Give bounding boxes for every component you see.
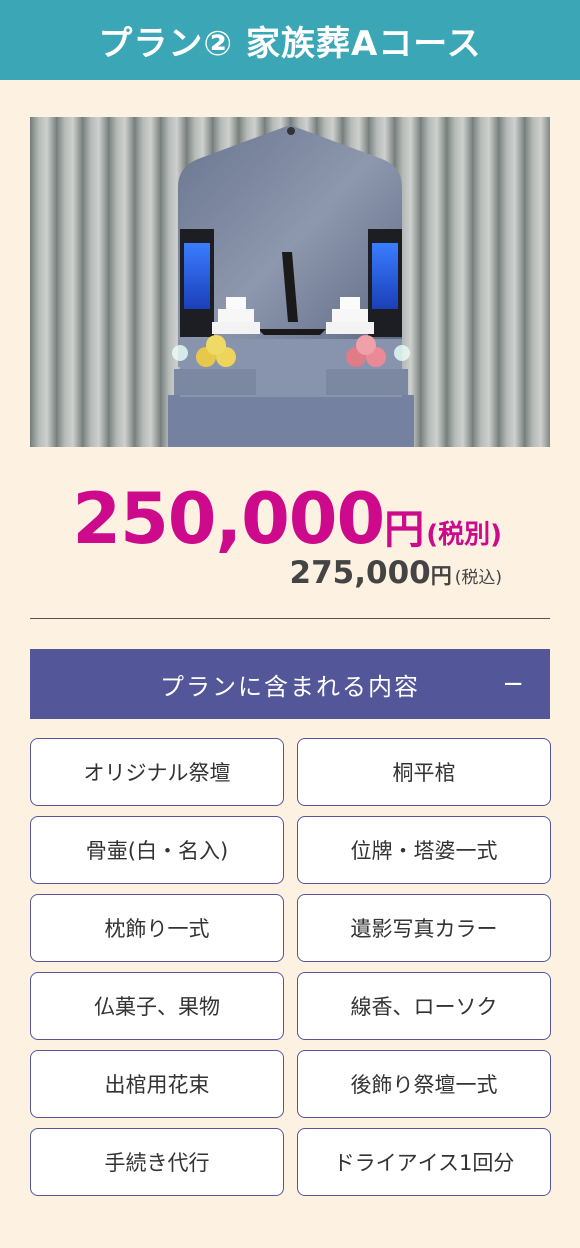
- plan-item: オリジナル祭壇: [30, 738, 284, 806]
- plan-title: プラン② 家族葬Aコース: [98, 23, 482, 64]
- price-sub-tax-note: (税込): [454, 568, 502, 588]
- collapse-icon[interactable]: −: [502, 649, 524, 719]
- plan-item: 位牌・塔婆一式: [297, 816, 551, 884]
- altar-photo: [30, 117, 550, 447]
- plan-item: ドライアイス1回分: [297, 1128, 551, 1196]
- plan-item: 桐平棺: [297, 738, 551, 806]
- plan-items-grid: オリジナル祭壇 桐平棺 骨壷(白・名入) 位牌・塔婆一式 枕飾り一式 遺影写真カ…: [30, 738, 551, 1196]
- price-excluding-tax: 250,000 円 (税別): [72, 478, 502, 560]
- price-including-tax: 275,000 円 (税込): [290, 555, 502, 591]
- plan-item: 枕飾り一式: [30, 894, 284, 962]
- price-sub-yen: 円: [430, 564, 452, 588]
- price-main-yen: 円: [384, 507, 425, 553]
- accordion-title: プランに含まれる内容: [160, 672, 420, 701]
- plan-item: 後飾り祭壇一式: [297, 1050, 551, 1118]
- divider: [30, 618, 550, 619]
- plan-item: 出棺用花束: [30, 1050, 284, 1118]
- plan-item: 線香、ローソク: [297, 972, 551, 1040]
- plan-item: 骨壷(白・名入): [30, 816, 284, 884]
- price-sub-amount: 275,000: [289, 555, 431, 591]
- plan-item: 仏菓子、果物: [30, 972, 284, 1040]
- price-main-amount: 250,000: [72, 478, 385, 560]
- plan-item: 遺影写真カラー: [297, 894, 551, 962]
- plan-contents-accordion[interactable]: プランに含まれる内容 −: [30, 649, 550, 719]
- price-main-tax-note: (税別): [426, 520, 502, 550]
- plan-header: プラン② 家族葬Aコース: [0, 0, 580, 80]
- plan-item: 手続き代行: [30, 1128, 284, 1196]
